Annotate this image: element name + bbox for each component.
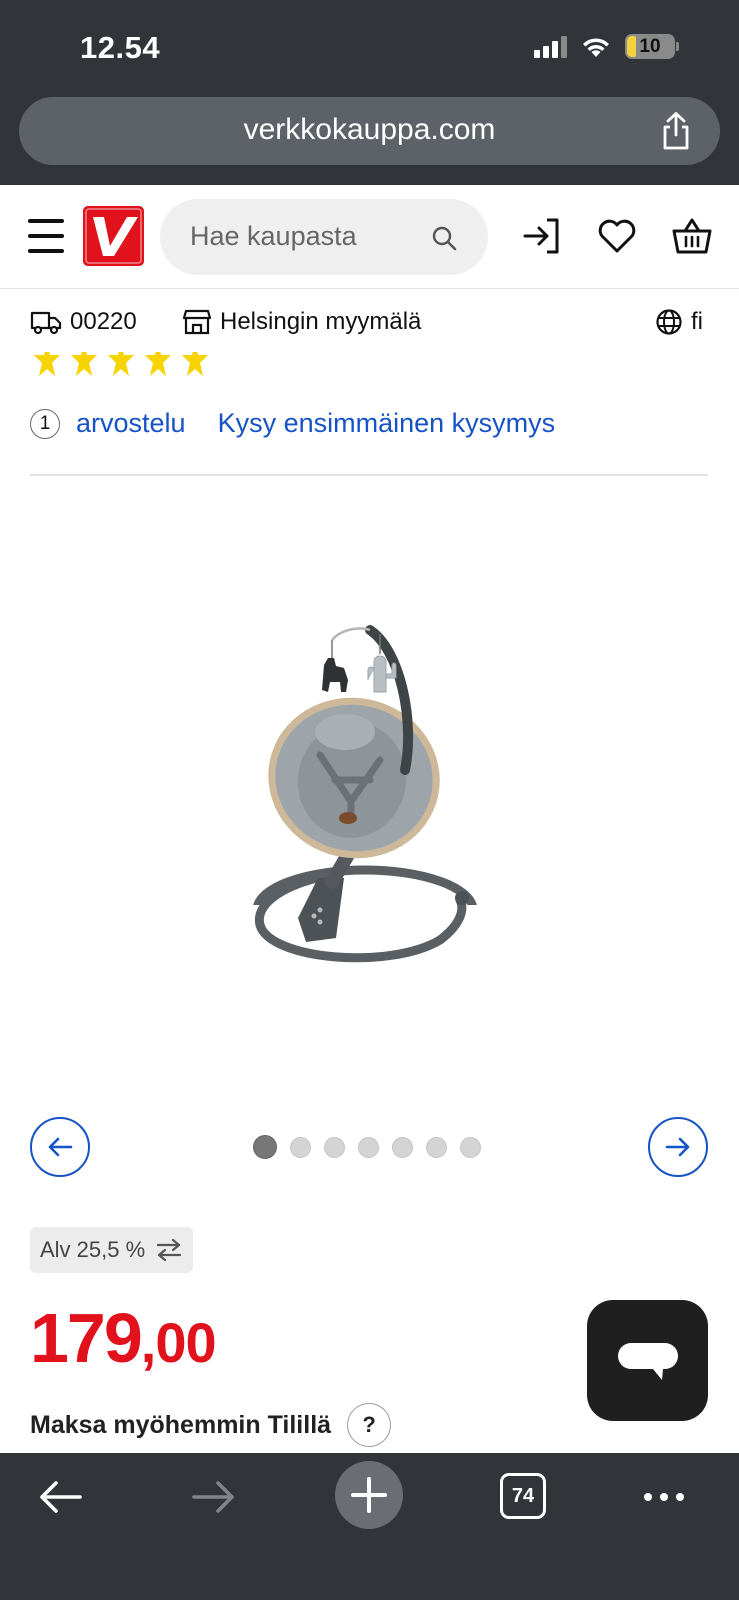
browser-toolbar: 74 xyxy=(0,1453,739,1600)
heart-icon[interactable] xyxy=(596,215,638,257)
next-image-button[interactable] xyxy=(648,1117,708,1177)
tabs-button[interactable]: 74 xyxy=(500,1473,546,1519)
url-bar[interactable]: verkkokauppa.com xyxy=(19,97,720,165)
search-input[interactable]: Hae kaupasta xyxy=(160,199,488,275)
more-icon[interactable] xyxy=(640,1473,688,1521)
delivery-postal-code[interactable]: 00220 xyxy=(30,308,137,336)
site-header: Hae kaupasta xyxy=(0,185,739,289)
menu-icon[interactable] xyxy=(28,219,64,253)
store-name: Helsingin myymälä xyxy=(220,308,422,335)
divider xyxy=(30,474,708,476)
cellular-signal-icon xyxy=(534,35,567,58)
pagination-dot[interactable] xyxy=(358,1136,379,1158)
ask-question-link[interactable]: Kysy ensimmäinen kysymys xyxy=(218,408,556,439)
price-decimal: ,00 xyxy=(140,1311,217,1374)
language-selector[interactable]: fi xyxy=(655,308,703,336)
forward-icon[interactable] xyxy=(190,1473,238,1521)
pay-later-help-button[interactable]: ? xyxy=(347,1403,392,1447)
share-icon[interactable] xyxy=(658,111,694,151)
chat-bubble-icon xyxy=(618,1343,678,1380)
pagination-dot[interactable] xyxy=(426,1136,447,1158)
pagination-dot[interactable] xyxy=(253,1135,277,1159)
star-icon xyxy=(182,352,208,376)
new-tab-button[interactable] xyxy=(335,1461,403,1529)
arrow-left-icon xyxy=(48,1137,73,1157)
star-icon xyxy=(34,352,60,376)
status-time: 12.54 xyxy=(80,30,161,65)
pagination-dot[interactable] xyxy=(392,1136,413,1158)
login-icon[interactable] xyxy=(521,215,563,257)
pay-later-label: Maksa myöhemmin Tilillä xyxy=(30,1410,332,1439)
store-selector[interactable]: Helsingin myymälä xyxy=(182,308,421,336)
wifi-icon xyxy=(583,37,609,57)
review-row: 1 arvostelu Kysy ensimmäinen kysymys xyxy=(30,408,555,439)
globe-icon xyxy=(656,309,682,335)
pagination-dot[interactable] xyxy=(290,1136,311,1158)
browser-chrome: 12.54 10 verkkokauppa.com xyxy=(0,0,739,185)
pay-later-row: Maksa myöhemmin Tilillä ? xyxy=(30,1403,392,1447)
star-rating xyxy=(34,352,208,378)
pagination-dot[interactable] xyxy=(460,1136,481,1158)
battery-level: 10 xyxy=(639,35,661,57)
back-icon[interactable] xyxy=(36,1473,84,1521)
plus-icon xyxy=(351,1477,387,1513)
star-icon xyxy=(108,352,134,376)
star-icon xyxy=(145,352,171,376)
star-icon xyxy=(71,352,97,376)
store-icon xyxy=(182,309,212,335)
url-text: verkkokauppa.com xyxy=(243,113,496,146)
product-price: 179,00 xyxy=(30,1298,217,1378)
store-logo[interactable] xyxy=(83,206,144,266)
reviews-link[interactable]: arvostelu xyxy=(76,408,186,439)
battery-icon: 10 xyxy=(625,34,679,59)
price-integer: 179 xyxy=(30,1299,143,1377)
location-row: 00220 Helsingin myymälä fi xyxy=(0,290,739,352)
search-icon[interactable] xyxy=(430,224,458,252)
vat-toggle[interactable]: Alv 25,5 % xyxy=(30,1227,194,1273)
image-pagination xyxy=(253,1135,481,1159)
pagination-dot[interactable] xyxy=(324,1136,345,1158)
swap-icon xyxy=(157,1238,182,1262)
language-code: fi xyxy=(691,308,703,335)
status-icons: 10 xyxy=(534,34,679,59)
cart-icon[interactable] xyxy=(671,215,713,257)
truck-icon xyxy=(30,311,62,335)
chat-button[interactable] xyxy=(587,1300,708,1421)
search-placeholder: Hae kaupasta xyxy=(190,221,357,251)
previous-image-button[interactable] xyxy=(30,1117,90,1177)
postal-code: 00220 xyxy=(70,308,137,335)
vat-label: Alv 25,5 % xyxy=(40,1237,146,1262)
review-count-badge: 1 xyxy=(30,408,60,439)
product-image[interactable] xyxy=(240,620,490,980)
arrow-right-icon xyxy=(665,1137,690,1157)
